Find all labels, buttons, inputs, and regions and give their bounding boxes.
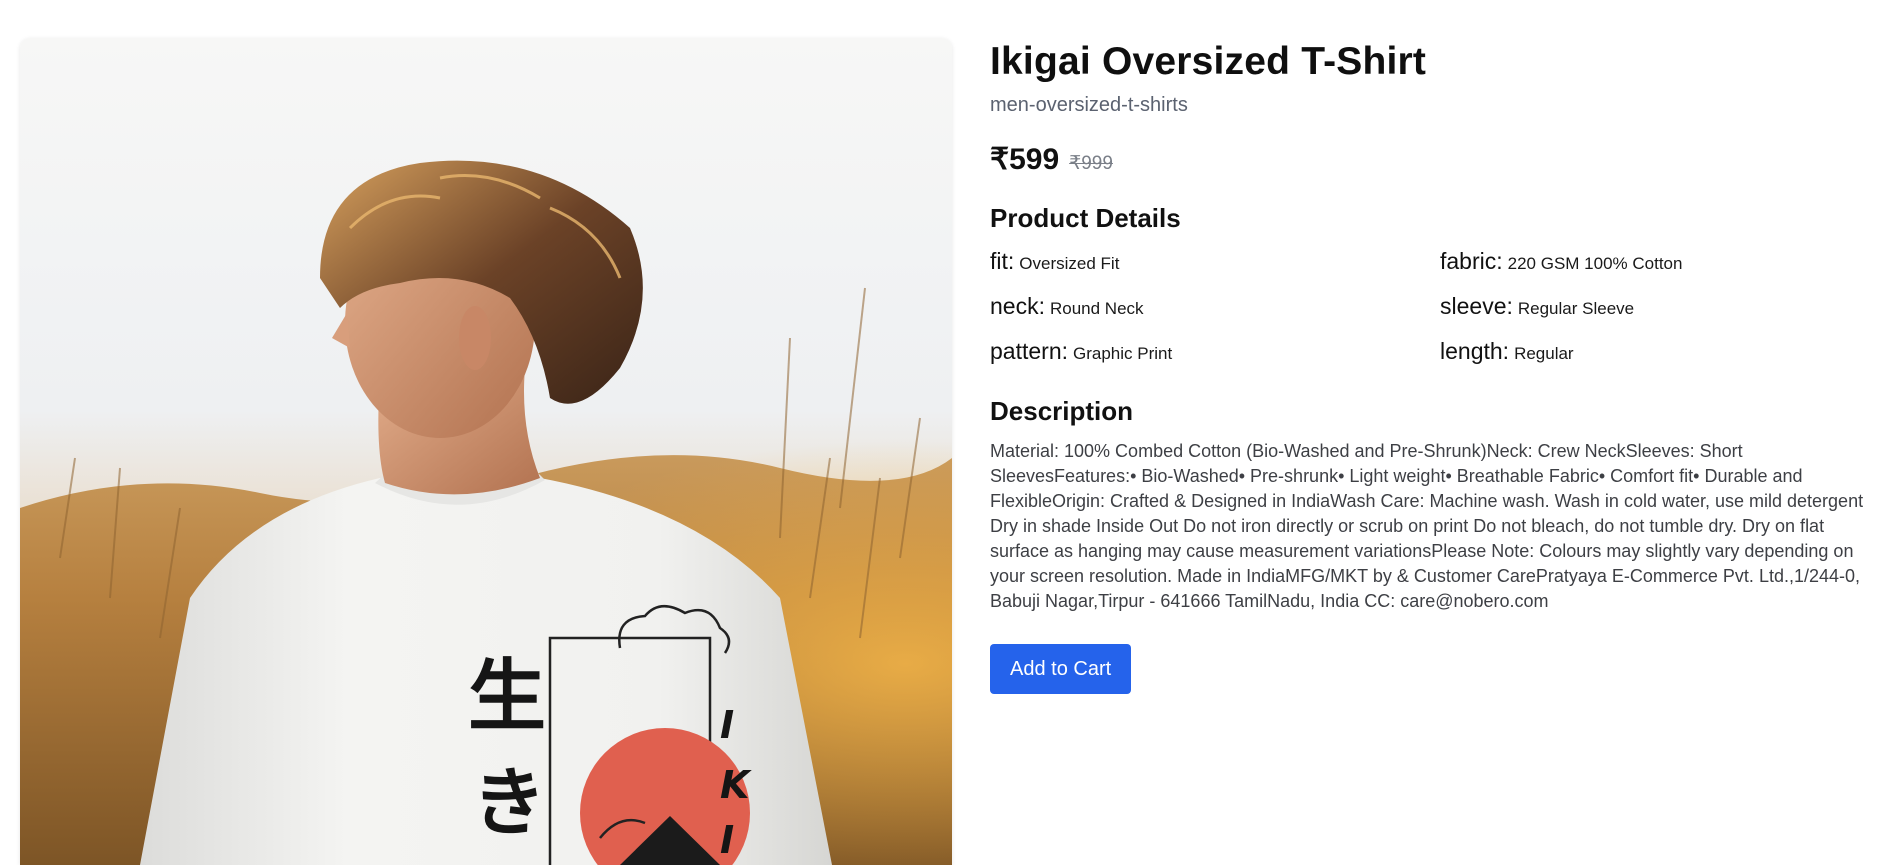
- product-details-grid: fit: Oversized Fit fabric: 220 GSM 100% …: [990, 248, 1875, 371]
- description-heading: Description: [990, 396, 1134, 426]
- detail-key: pattern:: [990, 338, 1068, 364]
- product-details-heading: Product Details: [990, 203, 1181, 233]
- detail-value: Regular: [1514, 344, 1574, 363]
- detail-fit: fit: Oversized Fit: [990, 248, 1440, 281]
- product-image[interactable]: 生 き I K I: [20, 38, 952, 865]
- detail-key: length:: [1440, 338, 1510, 364]
- detail-value: Graphic Print: [1073, 344, 1173, 363]
- detail-length: length: Regular: [1440, 338, 1875, 371]
- print-letter-3: I: [720, 818, 734, 862]
- detail-key: neck:: [990, 293, 1045, 319]
- print-kanji-top: 生: [468, 652, 546, 742]
- detail-key: sleeve:: [1440, 293, 1513, 319]
- product-category: men-oversized-t-shirts: [990, 94, 1188, 116]
- print-kanji-bottom: き: [472, 760, 546, 846]
- print-letter-2: K: [720, 763, 752, 807]
- product-title: Ikigai Oversized T-Shirt: [990, 40, 1427, 83]
- add-to-cart-button[interactable]: Add to Cart: [990, 644, 1132, 694]
- product-info: Ikigai Oversized T-Shirt men-oversized-t…: [990, 38, 1875, 694]
- detail-value: Oversized Fit: [1019, 254, 1120, 273]
- detail-neck: neck: Round Neck: [990, 293, 1440, 326]
- detail-value: Round Neck: [1049, 299, 1144, 318]
- ear: [459, 306, 491, 370]
- detail-key: fabric:: [1440, 248, 1503, 274]
- sale-price: ₹599: [990, 143, 1060, 176]
- description-text: Material: 100% Combed Cotton (Bio-Washed…: [990, 441, 1864, 611]
- detail-value: Regular Sleeve: [1517, 299, 1635, 318]
- detail-sleeve: sleeve: Regular Sleeve: [1440, 293, 1875, 326]
- detail-fabric: fabric: 220 GSM 100% Cotton: [1440, 248, 1875, 281]
- detail-key: fit:: [990, 248, 1015, 274]
- print-letter-1: I: [720, 703, 734, 747]
- product-page: 生 き I K I Ikigai Oversized T-Shirt men-o…: [0, 0, 1894, 865]
- original-price: ₹999: [1069, 153, 1113, 174]
- detail-value: 220 GSM 100% Cotton: [1507, 254, 1683, 273]
- detail-pattern: pattern: Graphic Print: [990, 338, 1440, 371]
- price-row: ₹599 ₹999: [990, 142, 1875, 178]
